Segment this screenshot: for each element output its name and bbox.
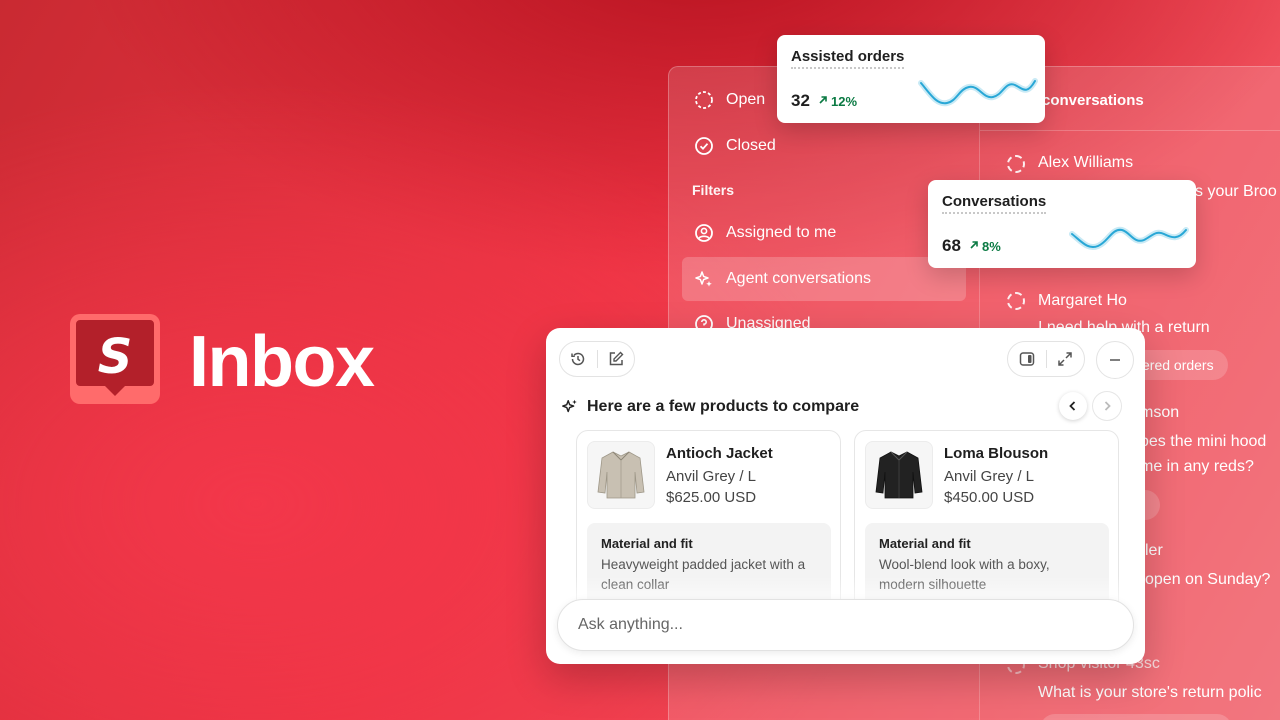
sidebar-item-label: Open xyxy=(726,91,766,108)
compare-heading: Here are a few products to compare xyxy=(561,398,859,416)
stat-card-conversations[interactable]: Conversations 68 8% xyxy=(928,180,1196,268)
history-icon xyxy=(571,352,585,366)
sidebar-item-label: Closed xyxy=(726,137,776,154)
assistant-panel: Here are a few products to compare Antio… xyxy=(546,328,1145,664)
arrow-up-right-icon xyxy=(970,241,978,249)
panel-header-divider xyxy=(980,130,1280,131)
minus-icon xyxy=(1110,359,1120,361)
toolbar-left-group xyxy=(559,341,635,377)
dashed-circle-icon xyxy=(1007,155,1025,173)
filters-heading: Filters xyxy=(692,182,735,198)
stat-delta: 12% xyxy=(831,94,858,109)
expand-button[interactable] xyxy=(1046,342,1084,376)
jacket-image xyxy=(875,451,923,499)
conversations-header: conversations xyxy=(1042,92,1144,109)
stat-value: 32 xyxy=(791,91,810,110)
conversation-tag xyxy=(1040,714,1232,720)
sidebar-item-assigned-to-me[interactable]: Assigned to me xyxy=(694,223,836,243)
conversation-message: me in any reds? xyxy=(1140,458,1254,475)
chevron-left-icon xyxy=(1069,401,1076,411)
detail-label: Material and fit xyxy=(879,536,971,551)
sidebar-toggle-button[interactable] xyxy=(1008,342,1046,376)
toolbar-right-group xyxy=(1007,341,1085,377)
conversation-name[interactable]: Alex Williams xyxy=(1038,154,1133,172)
conversation-message: What is your store's return polic xyxy=(1038,684,1262,701)
check-circle-icon xyxy=(695,137,713,155)
panel-icon xyxy=(1019,352,1034,366)
stat-delta: 8% xyxy=(982,239,1001,254)
stat-value: 68 xyxy=(942,236,961,255)
app-title: Inbox xyxy=(189,322,375,402)
conversation-name[interactable]: ler xyxy=(1145,542,1163,560)
chevron-right-icon xyxy=(1104,401,1111,411)
user-circle-icon xyxy=(695,224,713,242)
sparkline-chart xyxy=(1069,226,1189,250)
product-variant: Anvil Grey / L xyxy=(666,468,757,485)
next-button[interactable] xyxy=(1093,392,1121,420)
dashed-circle-icon xyxy=(695,91,713,109)
sidebar-item-label: Assigned to me xyxy=(726,224,837,241)
sidebar-item-open[interactable]: Open xyxy=(694,90,765,110)
product-name: Loma Blouson xyxy=(944,445,1049,462)
product-image xyxy=(865,441,933,509)
sparkle-icon xyxy=(695,271,712,287)
conversation-name[interactable]: mson xyxy=(1140,404,1179,422)
stat-card-assisted-orders[interactable]: Assisted orders 32 12% xyxy=(777,35,1045,123)
conversation-message: open on Sunday? xyxy=(1145,571,1271,588)
compare-heading-text: Here are a few products to compare xyxy=(587,398,860,415)
sparkle-icon xyxy=(562,399,577,413)
ask-input[interactable] xyxy=(558,600,1133,650)
previous-button[interactable] xyxy=(1059,392,1087,420)
sidebar-item-label: Agent conversations xyxy=(726,270,871,287)
conversation-message: s your Broo xyxy=(1195,183,1277,200)
expand-icon xyxy=(1058,352,1072,366)
minimize-button[interactable] xyxy=(1096,341,1134,379)
product-price: $625.00 USD xyxy=(666,489,757,506)
stat-title: Assisted orders xyxy=(791,48,905,69)
compose-icon xyxy=(609,351,624,366)
conversation-message: oes the mini hood xyxy=(1140,433,1267,450)
product-price: $450.00 USD xyxy=(944,489,1035,506)
sparkline-chart xyxy=(918,78,1038,107)
detail-label: Material and fit xyxy=(601,536,693,551)
sidebar-item-agent-conversations[interactable]: Agent conversations xyxy=(694,269,871,289)
product-name: Antioch Jacket xyxy=(666,445,773,462)
product-variant: Anvil Grey / L xyxy=(944,468,1035,485)
jacket-image xyxy=(597,451,645,499)
history-button[interactable] xyxy=(560,342,597,376)
new-chat-button[interactable] xyxy=(597,342,634,376)
stat-title: Conversations xyxy=(942,193,1047,214)
ask-input-container xyxy=(557,599,1134,651)
product-image xyxy=(587,441,655,509)
arrow-up-right-icon xyxy=(819,96,827,104)
dashed-circle-icon xyxy=(1007,292,1025,310)
logo-letter: S xyxy=(97,329,133,385)
sidebar-item-closed[interactable]: Closed xyxy=(694,136,776,156)
conversation-name[interactable]: Margaret Ho xyxy=(1038,292,1127,310)
